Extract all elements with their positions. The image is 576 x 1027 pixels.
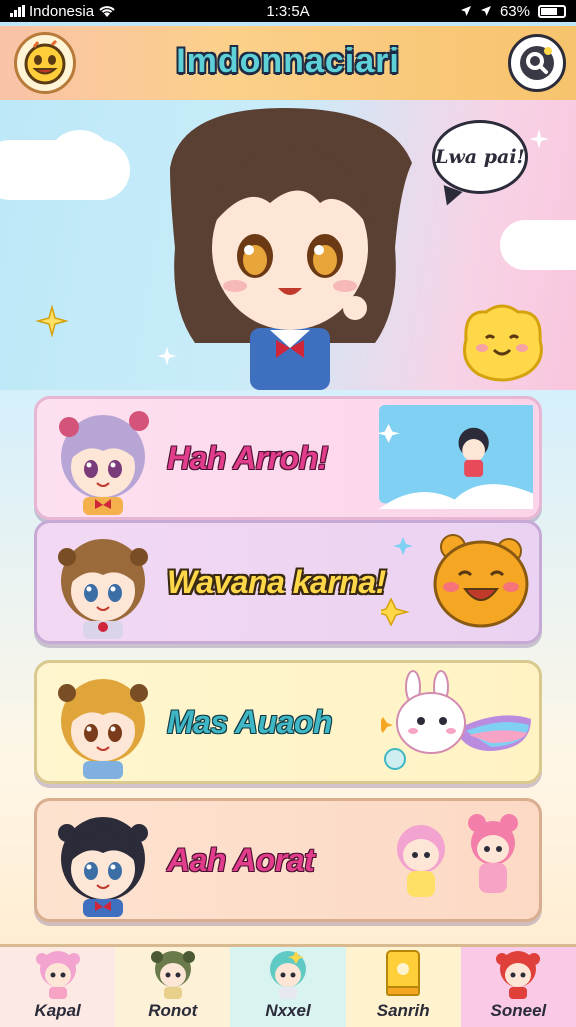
sky-scene-thumbnail bbox=[377, 405, 533, 509]
pink-chibi-duo-icon bbox=[397, 814, 518, 897]
orange-bear-mascot-icon bbox=[381, 534, 529, 628]
speech-bubble: Lwa pai! bbox=[432, 120, 528, 194]
sparkle-icon bbox=[529, 129, 549, 149]
book-icon bbox=[386, 950, 421, 996]
green-hair-chibi-icon bbox=[150, 951, 195, 999]
nav-item-label: Sanrih bbox=[376, 1001, 430, 1020]
blonde-girl-avatar bbox=[58, 679, 148, 779]
app-header: Imdonnaciari bbox=[0, 26, 576, 103]
nav-item-ronot[interactable]: Ronot bbox=[115, 947, 231, 1027]
main-character-illustration bbox=[170, 108, 412, 390]
page-title: Imdonnaciari bbox=[176, 42, 400, 80]
nav-item-kapal[interactable]: Kapal bbox=[0, 947, 116, 1027]
menu-card-4[interactable]: Aah Aorat bbox=[34, 798, 542, 922]
menu-card-4-label: Aah Aorat bbox=[167, 841, 315, 878]
menu-card-2-label: Wavana karna! bbox=[167, 563, 386, 600]
nav-item-label: Nxxel bbox=[265, 1001, 311, 1020]
menu-card-1[interactable]: Hah Arroh! bbox=[34, 396, 542, 520]
nav-item-label: Ronot bbox=[148, 1001, 198, 1020]
status-bar: Indonesia 1:3:5A 63% bbox=[0, 0, 576, 22]
red-hair-chibi-icon bbox=[496, 951, 541, 999]
wifi-icon bbox=[99, 6, 115, 17]
nav-item-nxxel[interactable]: Nxxel bbox=[230, 947, 346, 1027]
bunny-rainbow-mascot-icon bbox=[381, 670, 531, 770]
location-arrow-icon-2 bbox=[480, 6, 491, 16]
black-hair-girl-avatar bbox=[58, 817, 148, 917]
menu-card-1-label: Hah Arroh! bbox=[167, 439, 328, 476]
teal-hair-chibi-icon bbox=[270, 951, 306, 999]
menu-card-3[interactable]: Mas Auaoh bbox=[34, 660, 542, 784]
location-arrow-icon bbox=[460, 6, 471, 16]
nav-item-sanrih[interactable]: Sanrih bbox=[345, 947, 461, 1027]
menu-card-3-label: Mas Auaoh bbox=[167, 703, 333, 740]
search-icon bbox=[520, 46, 554, 80]
brown-hair-girl-avatar bbox=[58, 539, 148, 639]
menu-card-2[interactable]: Wavana karna! bbox=[34, 520, 542, 644]
nav-item-soneel[interactable]: Soneel bbox=[460, 947, 576, 1027]
lavender-hair-girl-avatar bbox=[59, 411, 149, 515]
pink-hair-chibi-icon bbox=[35, 951, 80, 999]
battery-percent: 63% bbox=[499, 2, 530, 20]
hero-banner: Lwa pai! bbox=[0, 100, 576, 390]
cloud bbox=[50, 130, 110, 180]
sparkle-icon bbox=[36, 305, 68, 337]
nav-item-label: Kapal bbox=[34, 1001, 81, 1020]
bottom-nav: Kapal Ronot Nxxel Sanrih Soneel bbox=[0, 944, 576, 1027]
search-button[interactable] bbox=[508, 34, 566, 92]
nav-item-label: Soneel bbox=[490, 1001, 547, 1020]
cloud bbox=[500, 220, 576, 270]
carrier-label: Indonesia bbox=[29, 2, 95, 20]
signal-icon bbox=[10, 5, 25, 17]
battery-icon bbox=[538, 4, 566, 18]
yellow-mascot-icon bbox=[463, 304, 543, 382]
